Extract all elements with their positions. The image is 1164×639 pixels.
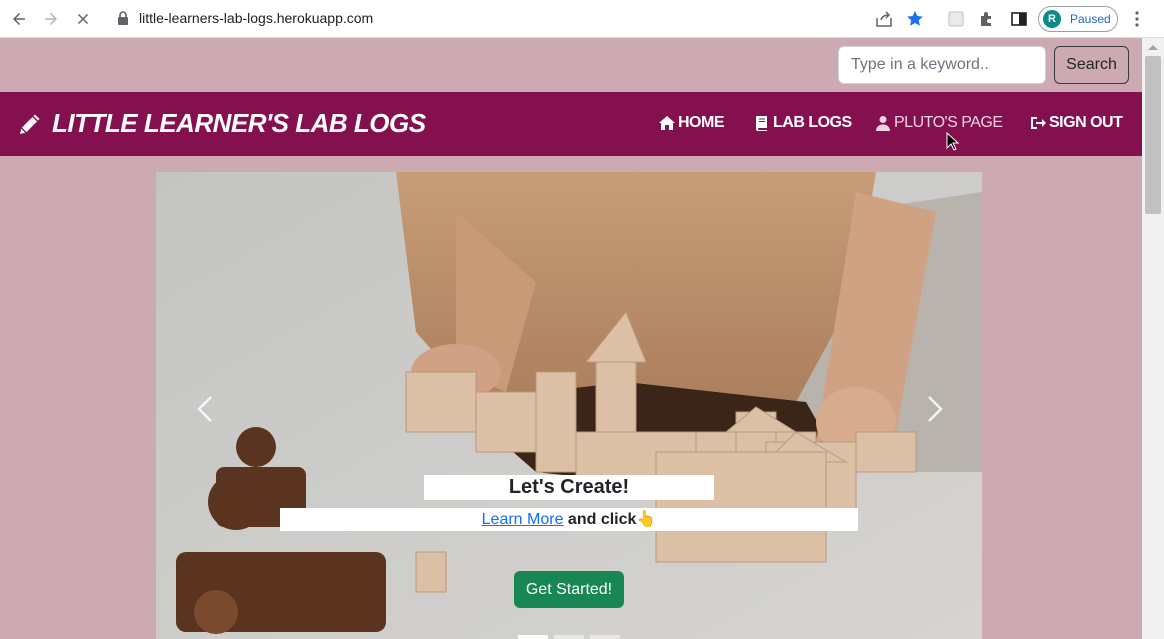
book-icon — [756, 116, 767, 131]
nav-sign-out-label: SIGN OUT — [1049, 114, 1123, 131]
kebab-menu-icon[interactable] — [1127, 9, 1147, 29]
search-input[interactable] — [838, 46, 1046, 84]
user-icon — [876, 116, 890, 131]
address-bar[interactable]: little-learners-lab-logs.herokuapp.com — [139, 10, 373, 26]
carousel-indicator-1[interactable] — [518, 635, 548, 639]
share-icon[interactable] — [874, 9, 894, 29]
scroll-up-icon[interactable] — [1147, 43, 1159, 51]
lock-icon — [118, 11, 128, 25]
home-icon — [659, 116, 675, 130]
nav-lab-logs[interactable]: LAB LOGS — [754, 114, 852, 132]
stop-button[interactable] — [71, 7, 95, 31]
brand-link[interactable]: LITTLE LEARNER'S LAB LOGS — [16, 108, 426, 139]
back-icon — [13, 13, 25, 25]
extension-icon[interactable] — [946, 9, 966, 29]
carousel-prev-icon[interactable] — [194, 394, 218, 424]
get-started-button[interactable]: Get Started! — [514, 571, 624, 608]
puzzle-icon[interactable] — [977, 9, 997, 29]
scroll-thumb[interactable] — [1145, 56, 1161, 214]
carousel-indicator-3[interactable] — [590, 635, 620, 639]
nav-plutos-page-label: PLUTO'S PAGE — [894, 114, 1003, 131]
star-icon[interactable] — [905, 9, 925, 29]
forward-button[interactable] — [39, 7, 63, 31]
mouse-cursor-icon — [946, 132, 960, 151]
nav-sign-out[interactable]: SIGN OUT — [1030, 114, 1123, 132]
nav-plutos-page[interactable]: PLUTO'S PAGE — [875, 114, 1003, 132]
nav-lab-logs-label: LAB LOGS — [773, 114, 852, 131]
hero-carousel: Let's Create! Learn More and click👆 Get … — [156, 172, 982, 639]
navbar: LITTLE LEARNER'S LAB LOGS HOME LAB LOGS … — [0, 92, 1142, 156]
stop-icon — [77, 13, 89, 25]
profile-status: Paused — [1070, 12, 1111, 26]
carousel-indicator-2[interactable] — [554, 635, 584, 639]
avatar: R — [1043, 10, 1061, 28]
pencil-icon — [20, 114, 40, 134]
sidebar-icon[interactable] — [1009, 9, 1029, 29]
learn-more-link[interactable]: Learn More — [482, 511, 564, 528]
browser-toolbar: little-learners-lab-logs.herokuapp.com R… — [0, 0, 1164, 38]
nav-home[interactable]: HOME — [659, 114, 725, 132]
profile-button[interactable]: R Paused — [1038, 6, 1118, 32]
search-button[interactable]: Search — [1054, 46, 1129, 84]
back-button[interactable] — [7, 7, 31, 31]
carousel-caption-text: Learn More and click👆 — [280, 508, 858, 531]
page-scrollbar[interactable] — [1142, 38, 1164, 639]
nav-home-label: HOME — [678, 114, 725, 131]
carousel-image — [156, 172, 982, 639]
caption-click-text: and click👆 — [563, 511, 657, 528]
carousel-caption-title: Let's Create! — [424, 475, 714, 500]
carousel-next-icon[interactable] — [922, 394, 946, 424]
sign-out-icon — [1031, 117, 1046, 129]
brand-title: LITTLE LEARNER'S LAB LOGS — [52, 108, 426, 138]
forward-icon — [45, 13, 57, 25]
